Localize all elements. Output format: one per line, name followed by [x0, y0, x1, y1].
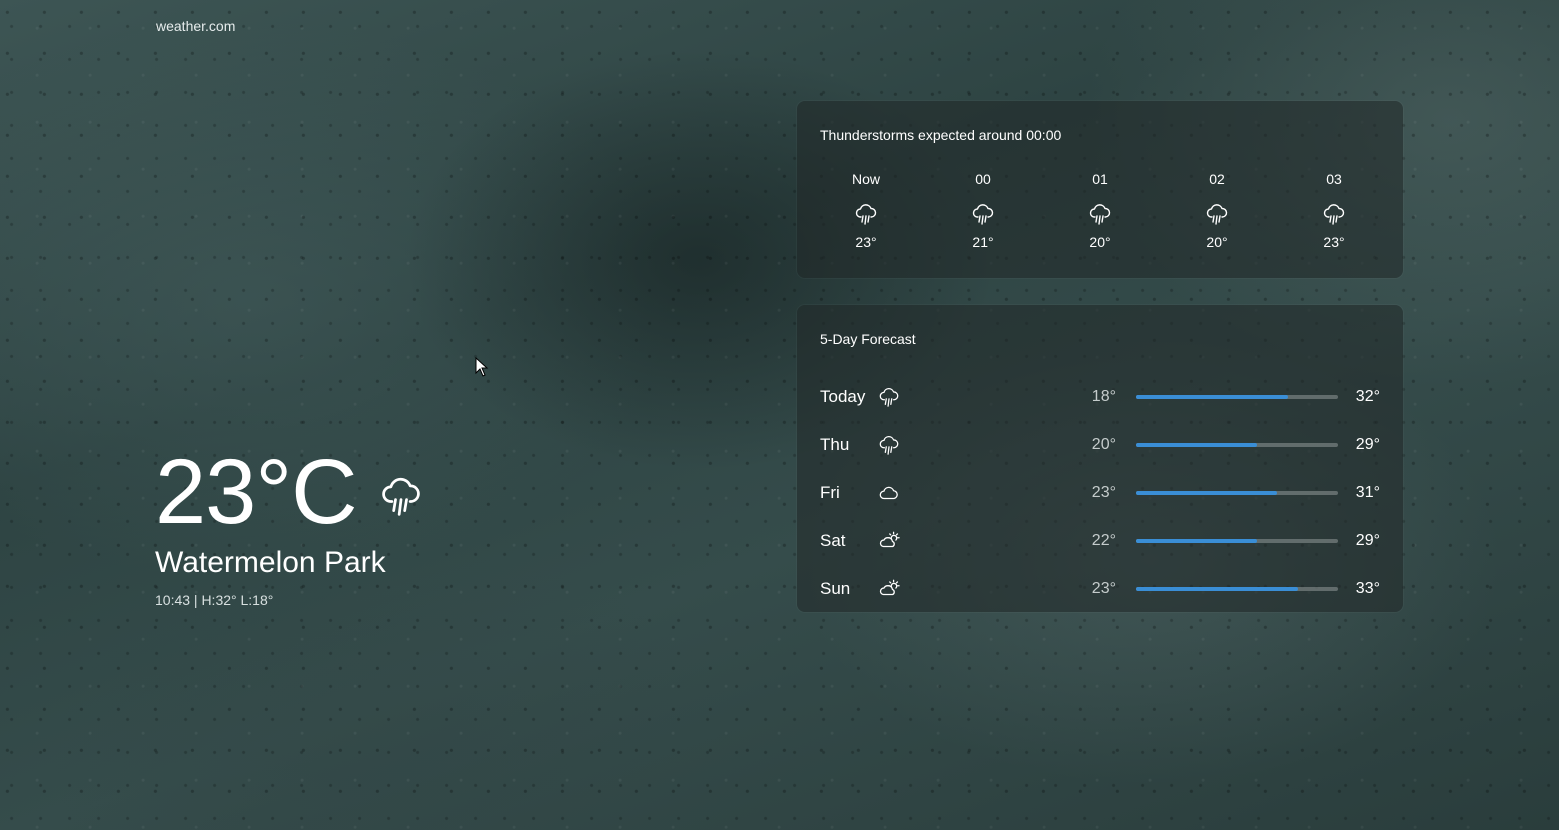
day-high-temperature: 33°: [1355, 580, 1380, 597]
hourly-item: 01 20°: [1042, 171, 1158, 250]
day-name: Sat: [820, 531, 846, 550]
hour-label: 00: [975, 171, 991, 187]
day-low-temperature: 22°: [1091, 532, 1116, 549]
day-low-temperature: 18°: [1091, 388, 1116, 405]
brand-link[interactable]: weather.com: [156, 18, 235, 34]
rain-cloud-icon: [1206, 204, 1228, 225]
hour-temperature: 23°: [1323, 234, 1345, 250]
day-low-temperature: 20°: [1091, 436, 1116, 453]
rain-cloud-icon: [879, 388, 899, 407]
rain-cloud-icon: [972, 204, 994, 225]
temperature-range-bar: [1136, 491, 1338, 495]
rain-cloud-icon: [879, 436, 899, 455]
cloud-icon: [879, 486, 898, 500]
hourly-item: Now 23°: [808, 171, 924, 250]
hourly-item: 02 20°: [1159, 171, 1275, 250]
daily-forecast-title: 5-Day Forecast: [820, 331, 916, 347]
day-low-temperature: 23°: [1091, 484, 1116, 501]
hour-temperature: 20°: [1089, 234, 1111, 250]
time-high-low: 10:43 | H:32° L:18°: [155, 592, 274, 608]
mouse-cursor-icon: [475, 357, 489, 377]
daily-forecast-row[interactable]: Today 18° 32°: [820, 373, 1380, 421]
temperature-range-bar: [1136, 395, 1338, 399]
day-high-temperature: 29°: [1355, 532, 1380, 549]
hourly-item: 00 21°: [925, 171, 1041, 250]
daily-forecast-row[interactable]: Thu 20° 29°: [820, 421, 1380, 469]
hour-temperature: 20°: [1206, 234, 1228, 250]
hour-temperature: 23°: [855, 234, 877, 250]
day-low-temperature: 23°: [1091, 580, 1116, 597]
daily-forecast-row[interactable]: Fri 23° 31°: [820, 469, 1380, 517]
partly-sunny-icon: [879, 531, 900, 548]
day-high-temperature: 29°: [1355, 436, 1380, 453]
current-conditions: 23°C Watermelon Park 10:43 | H:32° L:18°: [155, 440, 423, 608]
hourly-forecast-card: Thunderstorms expected around 00:00 Now 2…: [797, 101, 1403, 278]
daily-forecast-card: 5-Day Forecast Today 18° 32° Thu 20° 29° Fri 23…: [797, 305, 1403, 612]
temperature-range-bar: [1136, 587, 1338, 591]
day-high-temperature: 32°: [1355, 388, 1380, 405]
location-name: Watermelon Park: [155, 546, 386, 579]
partly-sunny-icon: [879, 579, 900, 596]
temperature-range-fill: [1136, 395, 1288, 399]
temperature-range-bar: [1136, 443, 1338, 447]
temperature-range-bar: [1136, 539, 1338, 543]
hourly-forecast-title: Thunderstorms expected around 00:00: [820, 127, 1062, 143]
hour-label: 01: [1092, 171, 1108, 187]
hour-temperature: 21°: [972, 234, 994, 250]
temperature-range-fill: [1136, 539, 1258, 543]
day-name: Thu: [820, 435, 850, 454]
current-temperature: 23°C: [155, 441, 358, 543]
temperature-range-fill: [1136, 491, 1278, 495]
rain-cloud-icon: [1089, 204, 1111, 225]
hourly-list: Now 23° 00 21° 01 20° 02 20° 03 23°: [808, 171, 1392, 250]
day-name: Fri: [820, 483, 840, 502]
hour-label: 03: [1326, 171, 1342, 187]
temperature-range-fill: [1136, 443, 1258, 447]
rain-cloud-icon: [1323, 204, 1345, 225]
hour-label: 02: [1209, 171, 1225, 187]
rain-cloud-icon: [381, 477, 420, 516]
day-name: Sun: [820, 579, 851, 598]
daily-forecast-row[interactable]: Sun 23° 33°: [820, 565, 1380, 613]
daily-list: Today 18° 32° Thu 20° 29° Fri 23° 31° Sat 22° 29° Su…: [820, 373, 1380, 613]
day-name: Today: [820, 387, 866, 406]
rain-cloud-icon: [855, 204, 877, 225]
temperature-range-fill: [1136, 587, 1298, 591]
daily-forecast-row[interactable]: Sat 22° 29°: [820, 517, 1380, 565]
day-high-temperature: 31°: [1355, 484, 1380, 501]
hourly-item: 03 23°: [1276, 171, 1392, 250]
hour-label: Now: [851, 171, 880, 187]
